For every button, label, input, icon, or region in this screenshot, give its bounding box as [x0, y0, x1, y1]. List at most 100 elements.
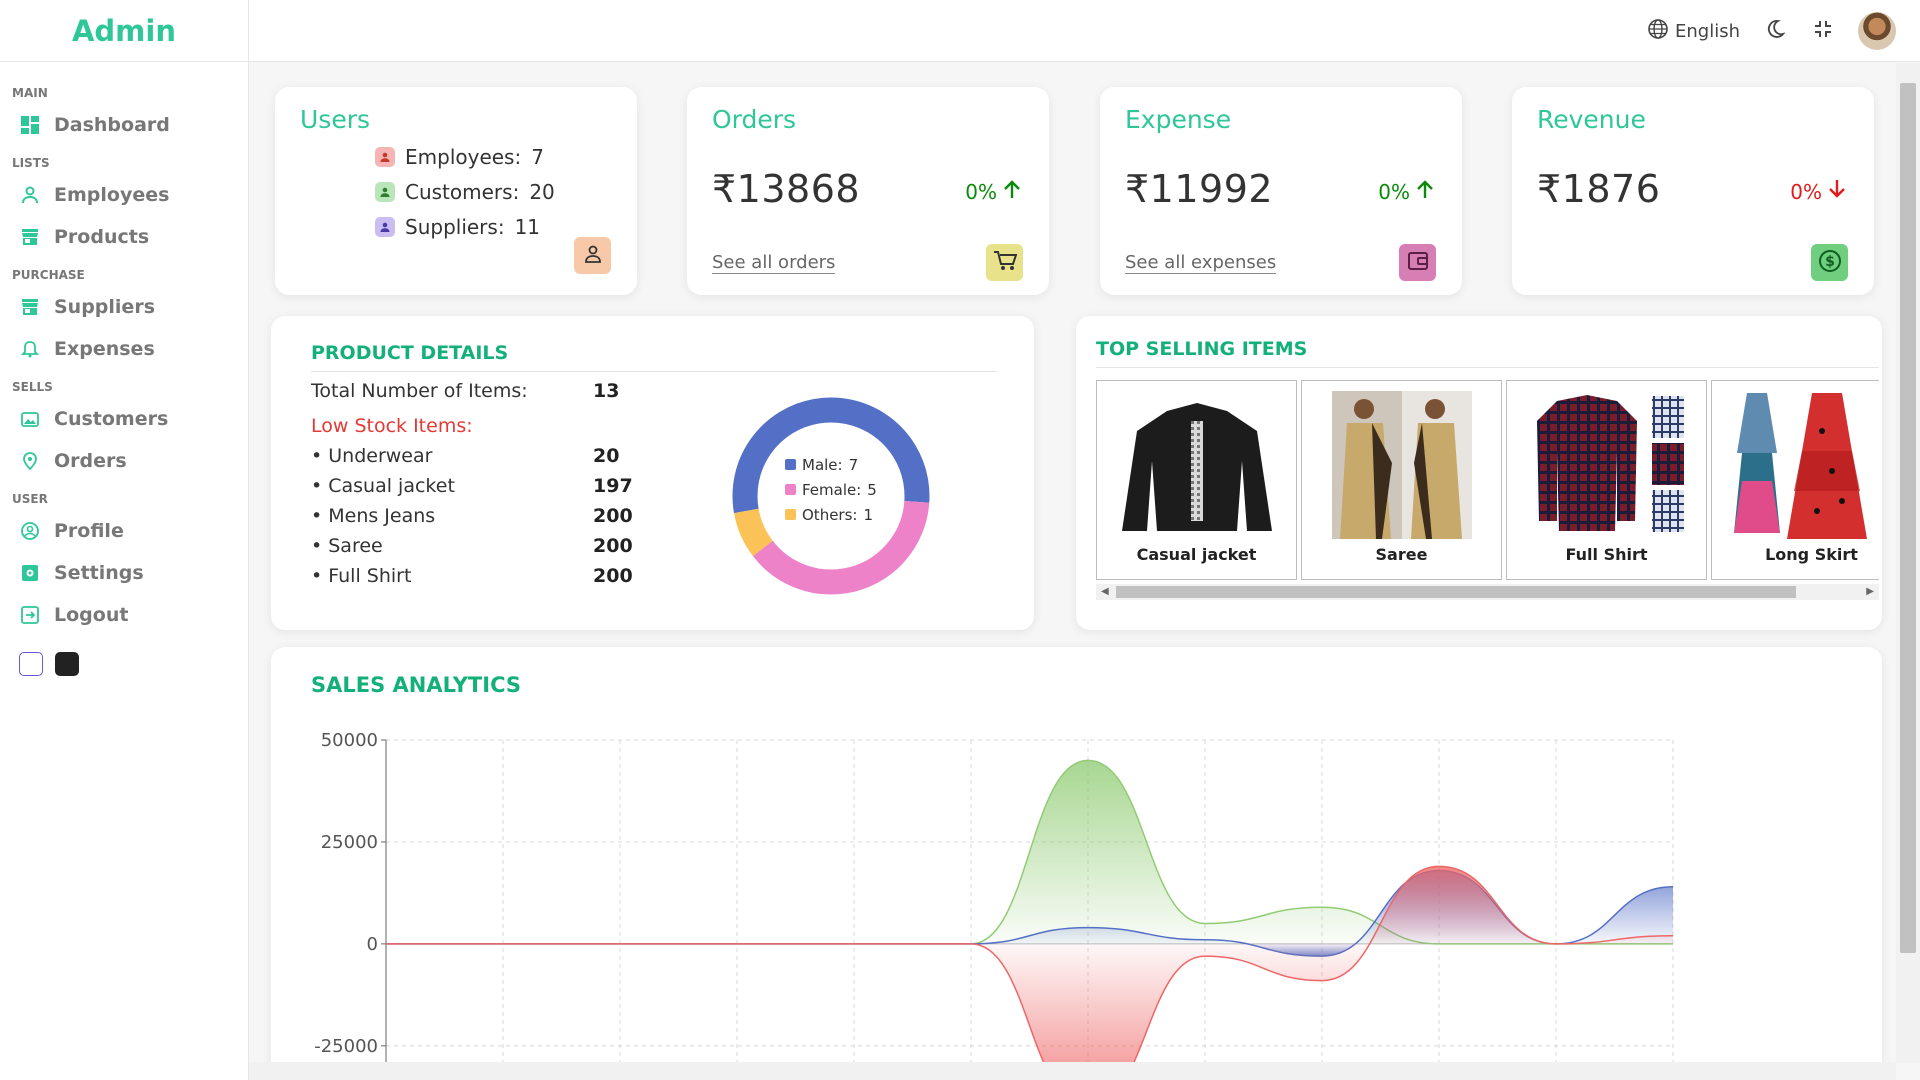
total-items-value: 13	[593, 380, 620, 402]
top-selling-item-name: Long Skirt	[1765, 545, 1858, 564]
legend-item-female[interactable]: Female: 5	[785, 477, 877, 502]
image-icon	[20, 409, 40, 429]
low-stock-item-name: • Saree	[311, 535, 383, 557]
dark-theme-button[interactable]	[55, 652, 79, 676]
moon-icon	[1764, 18, 1786, 44]
language-label: English	[1675, 20, 1740, 42]
top-selling-item[interactable]: Casual jacket	[1096, 380, 1297, 580]
sidebar-item-label: Suppliers	[54, 296, 156, 318]
users-title: Users	[300, 105, 371, 134]
see-all-expenses-link[interactable]: See all expenses	[1125, 252, 1277, 274]
nav-section-lists: LISTS	[12, 156, 50, 170]
person-icon	[583, 244, 603, 268]
saree-image	[1332, 391, 1472, 539]
fullscreen-exit-button[interactable]	[1810, 18, 1836, 44]
page-vertical-scrollbar[interactable]	[1896, 63, 1920, 1063]
scroll-left-icon[interactable]: ◀	[1101, 586, 1109, 597]
low-stock-item-value: 20	[593, 445, 620, 467]
revenue-card: Revenue ₹1876 0% $	[1512, 87, 1874, 295]
top-selling-item[interactable]: Saree	[1301, 380, 1502, 580]
sidebar-item-employees[interactable]: Employees	[0, 174, 248, 216]
sidebar-nav: MAIN Dashboard LISTS Employees Products …	[0, 62, 248, 676]
sidebar-item-settings[interactable]: Settings	[0, 552, 248, 594]
total-items-label: Total Number of Items:	[311, 380, 528, 402]
legend-value: 5	[867, 480, 877, 499]
orders-change-value: 0%	[965, 179, 997, 204]
legend-item-male[interactable]: Male: 7	[785, 452, 877, 477]
scrollbar-thumb[interactable]	[1900, 83, 1916, 953]
scrollbar-thumb[interactable]	[1116, 586, 1796, 598]
dark-mode-toggle[interactable]	[1762, 18, 1788, 44]
arrow-down-icon	[1828, 179, 1846, 204]
avatar[interactable]	[1858, 12, 1896, 50]
users-list: Employees: 7 Customers: 20 Suppliers: 11	[375, 139, 555, 244]
legend-swatch	[785, 459, 796, 470]
users-row-value: 20	[529, 179, 555, 204]
svg-text:$: $	[1825, 254, 1835, 270]
theme-switcher	[0, 636, 248, 676]
product-details-title: PRODUCT DETAILS	[311, 342, 509, 364]
expense-badge	[1399, 244, 1436, 281]
store-icon	[20, 297, 40, 317]
expense-change: 0%	[1378, 179, 1434, 204]
sidebar-item-products[interactable]: Products	[0, 216, 248, 258]
language-selector[interactable]: English	[1647, 18, 1740, 45]
revenue-amount: ₹1876	[1537, 167, 1661, 211]
y-axis-tick-label: 50000	[321, 730, 378, 751]
brand-title: Admin	[71, 13, 176, 48]
store-icon	[20, 227, 40, 247]
expense-title: Expense	[1125, 105, 1232, 134]
top-selling-scrollbar[interactable]: ◀ ▶	[1096, 584, 1879, 600]
wallet-icon	[1407, 251, 1429, 275]
low-stock-item-name: • Mens Jeans	[311, 505, 436, 527]
orders-badge	[986, 244, 1023, 281]
top-selling-item[interactable]: Full Shirt	[1506, 380, 1707, 580]
legend-label: Male:	[802, 455, 843, 474]
light-theme-button[interactable]	[19, 652, 43, 676]
nav-section-sells: SELLS	[12, 380, 53, 394]
y-axis-tick-label: 25000	[321, 832, 378, 853]
legend-item-others[interactable]: Others: 1	[785, 502, 877, 527]
dashboard-icon	[20, 115, 40, 135]
employee-icon	[375, 146, 395, 167]
sidebar-item-expenses[interactable]: Expenses	[0, 328, 248, 370]
sidebar-item-label: Employees	[54, 184, 170, 206]
legend-label: Others:	[802, 505, 858, 524]
orders-amount: ₹13868	[712, 167, 861, 211]
revenue-badge: $	[1811, 244, 1848, 281]
skirt-image	[1734, 393, 1867, 539]
expense-amount: ₹11992	[1125, 167, 1274, 211]
legend-value: 7	[848, 455, 859, 474]
y-axis-tick-label: 0	[367, 934, 378, 955]
low-stock-item-value: 200	[593, 535, 633, 557]
nav-section-purchase: PURCHASE	[12, 268, 85, 282]
low-stock-label: Low Stock Items:	[311, 415, 473, 437]
sidebar-item-dashboard[interactable]: Dashboard	[0, 104, 248, 146]
jacket-image	[1122, 403, 1272, 531]
nav-section-user: USER	[12, 492, 48, 506]
settings-icon	[20, 563, 40, 583]
orders-change: 0%	[965, 179, 1021, 204]
users-row-customers: Customers: 20	[375, 174, 555, 209]
revenue-title: Revenue	[1537, 105, 1646, 134]
person-icon	[20, 185, 40, 205]
scroll-right-icon[interactable]: ▶	[1866, 586, 1874, 597]
low-stock-item-name: • Underwear	[311, 445, 433, 467]
sidebar-item-customers[interactable]: Customers	[0, 398, 248, 440]
top-selling-item[interactable]: Long Skirt	[1711, 380, 1879, 580]
sidebar-item-logout[interactable]: Logout	[0, 594, 248, 636]
sidebar-item-orders[interactable]: Orders	[0, 440, 248, 482]
sidebar-item-suppliers[interactable]: Suppliers	[0, 286, 248, 328]
see-all-orders-link[interactable]: See all orders	[712, 252, 836, 274]
sidebar-item-label: Orders	[54, 450, 127, 472]
sidebar-item-label: Expenses	[54, 338, 155, 360]
sidebar-item-profile[interactable]: Profile	[0, 510, 248, 552]
supplier-icon	[375, 216, 395, 237]
top-selling-title: TOP SELLING ITEMS	[1096, 338, 1308, 360]
brand[interactable]: Admin	[0, 0, 248, 62]
users-row-value: 11	[514, 214, 541, 239]
page-horizontal-scrollbar[interactable]	[249, 1062, 1896, 1080]
top-selling-card: TOP SELLING ITEMS Casual jacket Saree Fu…	[1076, 316, 1882, 630]
sales-area-chart: 50000 25000 0 -25000	[314, 730, 1674, 1063]
customer-icon	[375, 181, 395, 202]
